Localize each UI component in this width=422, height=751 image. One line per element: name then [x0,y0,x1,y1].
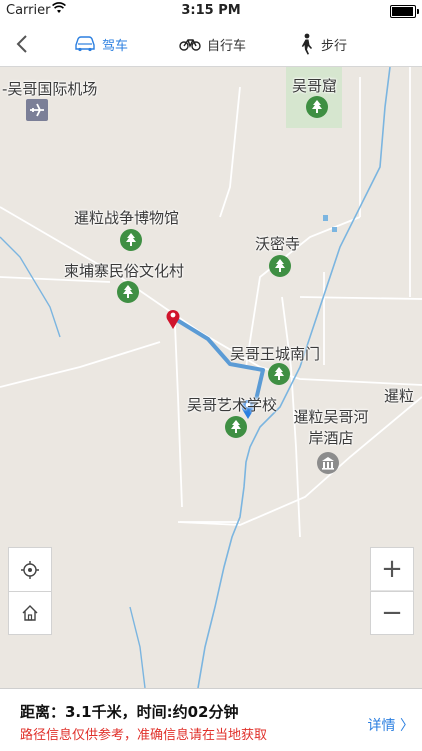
tab-drive-label: 驾车 [102,38,129,54]
poi-label-siem-reap: 暹粒 [384,387,415,405]
poi-label-south-gate: 吴哥王城南门 [230,345,321,363]
tree-icon[interactable] [268,363,290,385]
details-link[interactable]: 详情 〉 [368,715,414,735]
bicycle-icon [179,39,201,51]
clock: 3:15 PM [181,3,241,18]
zoom-out-button[interactable]: − [370,591,414,635]
water-spot [332,227,337,232]
landmark-icon[interactable] [317,452,339,474]
water-spot [323,215,328,221]
minus-icon: − [381,598,403,628]
tree-icon[interactable] [120,229,142,251]
airport-icon[interactable] [26,99,48,121]
poi-label-art-school: 吴哥艺术学校 [187,396,278,414]
route-distance-time: 距离：3.1千米，时间:约02分钟 [20,703,239,721]
locate-me-button[interactable] [8,547,52,591]
poi-label-river-hotel: 暹粒吴哥河岸酒店 [293,408,369,447]
tab-bicycle[interactable]: 自行车 [179,30,246,58]
map-base-layer [0,67,422,688]
tab-bicycle-label: 自行车 [207,38,247,54]
crosshair-icon [21,560,39,579]
map-view[interactable]: -吴哥国际机场 吴哥窟 暹粒战争博物馆 沃密寺 柬埔寨民俗文化村 吴哥王城南门 … [0,67,422,688]
route-disclaimer: 路径信息仅供参考，准确信息请在当地获取 [20,728,268,743]
transport-mode-bar: 驾车 自行车 步行 [0,22,422,67]
tab-drive[interactable]: 驾车 [74,30,128,58]
car-icon [75,36,95,52]
river-west [0,236,61,338]
home-icon [22,605,38,621]
plus-icon: + [381,554,403,584]
poi-label-airport: -吴哥国际机场 [2,80,98,98]
tree-icon[interactable] [117,281,139,303]
poi-label-war-museum: 暹粒战争博物馆 [74,209,180,227]
home-button[interactable] [8,591,52,635]
route-info-panel: 距离：3.1千米，时间:约02分钟 路径信息仅供参考，准确信息请在当地获取 详情… [0,688,422,751]
river [197,67,391,688]
walking-person-icon [301,33,312,55]
poi-label-angkor-wat: 吴哥窟 [292,77,338,95]
chevron-left-icon [16,35,27,53]
tab-walk[interactable]: 步行 [299,30,347,58]
tab-walk-label: 步行 [321,38,348,54]
road-network [0,67,422,538]
back-button[interactable] [8,28,38,60]
poi-label-wat-thmei: 沃密寺 [255,235,301,253]
tree-icon[interactable] [225,416,247,438]
tree-icon[interactable] [306,96,328,118]
status-bar: Carrier 3:15 PM [0,0,422,22]
destination-pin-icon[interactable] [166,310,180,329]
zoom-in-button[interactable]: + [370,547,414,591]
tree-icon[interactable] [269,255,291,277]
battery-icon [390,5,419,18]
poi-label-cultural-village: 柬埔寨民俗文化村 [64,262,185,280]
stream [129,606,146,688]
